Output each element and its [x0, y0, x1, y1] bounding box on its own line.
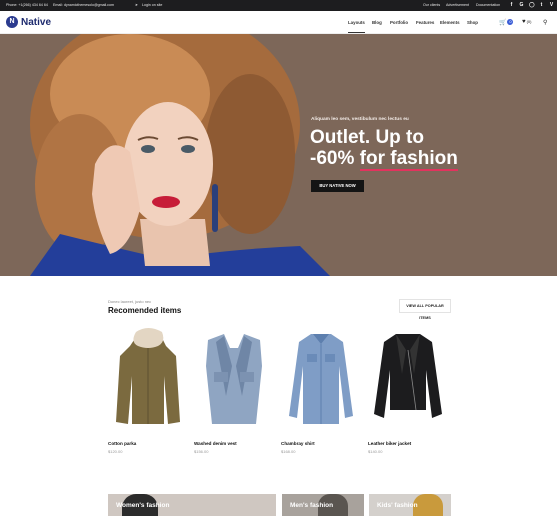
nav-portfolio[interactable]: Portfolio	[390, 20, 408, 25]
logo[interactable]: N Native	[6, 16, 51, 28]
twitter-icon[interactable]: t	[539, 2, 544, 8]
wishlist-icon[interactable]: ♥(0)	[522, 19, 531, 25]
hero-title-prefix: -60%	[310, 148, 360, 169]
banner-womens-fashion[interactable]: Women's fashion	[108, 494, 276, 516]
cart-icon[interactable]: 🛒 0	[499, 19, 514, 26]
product-name[interactable]: Leather biker jacket	[368, 441, 411, 446]
nav-elements[interactable]: Elements	[440, 20, 460, 25]
product-price: $168.00	[281, 449, 296, 454]
nav-features[interactable]: Features	[416, 20, 434, 25]
product-card[interactable]: Washed denim vest $156.00	[194, 326, 274, 456]
section-title: Recomended items	[108, 306, 182, 315]
product-card[interactable]: Cotton parka $120.00	[108, 326, 188, 456]
product-price: $156.00	[194, 449, 209, 454]
banner-label: Women's fashion	[116, 502, 170, 509]
product-card[interactable]: Chambray shirt $168.00	[281, 326, 361, 456]
product-image	[289, 334, 353, 424]
nav-layouts[interactable]: Layouts	[348, 20, 365, 33]
view-all-popular-button[interactable]: VIEW ALL POPULAR ITEMS	[399, 299, 451, 320]
social-links: f G ◯ t V	[509, 2, 554, 8]
section-kicker: Donec laoreet, justo nec	[108, 299, 152, 304]
product-price: $120.00	[108, 449, 123, 454]
hero-model-image	[30, 34, 330, 276]
link-documentation[interactable]: Documentation	[476, 3, 500, 7]
hero-title-highlight: for fashion	[359, 148, 458, 171]
top-bar: Phone: +1(266) 434 64 64 Email: dynamict…	[0, 0, 557, 11]
buy-native-button[interactable]: BUY NATIVE NOW	[311, 180, 364, 192]
product-price: $140.00	[368, 449, 383, 454]
phone-text: Phone: +1(266) 434 64 64	[6, 3, 48, 7]
nav-blog[interactable]: Blog	[372, 20, 382, 25]
product-image	[374, 334, 442, 418]
hero-banner: Aliquam leo sem, vestibulum nec lectus e…	[0, 34, 557, 276]
logo-icon: N	[6, 16, 18, 28]
hero-kicker: Aliquam leo sem, vestibulum nec lectus e…	[311, 117, 409, 122]
product-name[interactable]: Washed denim vest	[194, 441, 237, 446]
link-advertisement[interactable]: Advertisement	[446, 3, 469, 7]
product-image	[206, 334, 262, 424]
main-header: N Native Layouts Blog Portfolio Features…	[0, 11, 557, 34]
login-icon[interactable]: ➤	[135, 3, 138, 7]
hero-title-line1: Outlet. Up to	[310, 127, 424, 148]
hero-title-line2: -60% for fashion	[310, 148, 458, 171]
nav-shop[interactable]: Shop	[467, 20, 478, 25]
instagram-icon[interactable]: ◯	[529, 2, 535, 8]
product-image	[116, 328, 180, 424]
banner-label: Men's fashion	[290, 502, 334, 509]
wishlist-count: (0)	[526, 19, 532, 24]
banner-kids-fashion[interactable]: Kids' fashion	[369, 494, 451, 516]
email-text: Email: dynamicthemesolo@gmail.com	[53, 3, 114, 7]
product-name[interactable]: Chambray shirt	[281, 441, 315, 446]
product-name[interactable]: Cotton parka	[108, 441, 136, 446]
google-icon[interactable]: G	[519, 2, 524, 8]
facebook-icon[interactable]: f	[509, 2, 514, 8]
banner-mens-fashion[interactable]: Men's fashion	[282, 494, 364, 516]
product-card[interactable]: Leather biker jacket $140.00	[368, 326, 448, 456]
cart-badge: 0	[507, 19, 514, 25]
login-link[interactable]: Login on site	[142, 3, 162, 7]
search-icon[interactable]: ⚲	[543, 19, 547, 26]
banner-label: Kids' fashion	[377, 502, 418, 509]
logo-text: Native	[21, 16, 52, 28]
vimeo-icon[interactable]: V	[549, 2, 554, 8]
link-our-clients[interactable]: Our clients	[423, 3, 440, 7]
